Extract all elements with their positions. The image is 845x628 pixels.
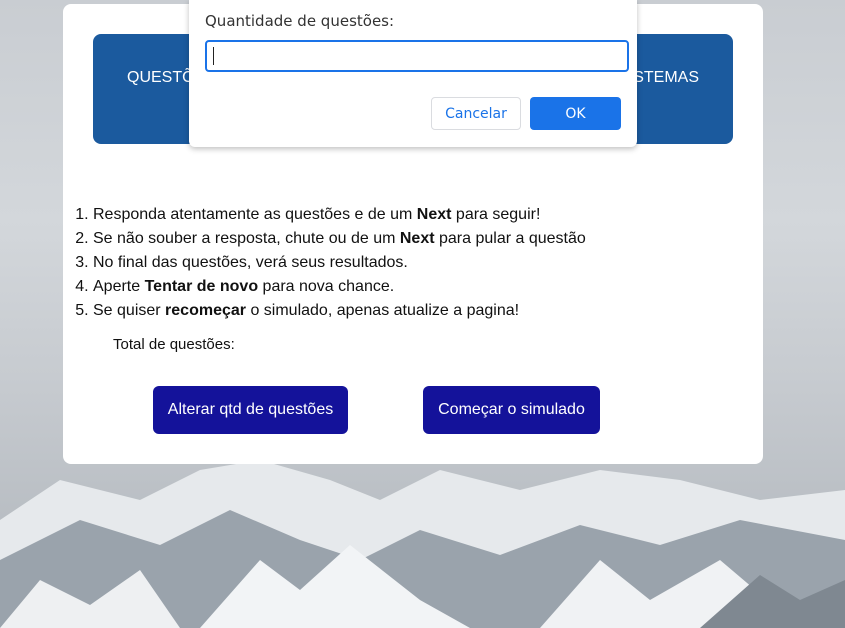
total-questions-label: Total de questões: <box>113 336 235 353</box>
banner-title-left: QUESTÕ <box>127 69 195 86</box>
instruction-item: Responda atentamente as questões e de um… <box>93 203 586 227</box>
prompt-dialog: Quantidade de questões: Cancelar OK <box>189 0 637 147</box>
dialog-prompt-label: Quantidade de questões: <box>205 12 395 30</box>
text-caret <box>213 47 214 65</box>
instruction-item: No final das questões, verá seus resulta… <box>93 251 586 275</box>
banner-title-right: STEMAS <box>633 69 699 86</box>
ok-button[interactable]: OK <box>530 97 621 130</box>
change-question-count-button[interactable]: Alterar qtd de questões <box>153 386 348 434</box>
instructions-list: Responda atentamente as questões e de um… <box>75 203 586 323</box>
start-quiz-button[interactable]: Começar o simulado <box>423 386 600 434</box>
instruction-item: Se quiser recomeçar o simulado, apenas a… <box>93 299 586 323</box>
cancel-button[interactable]: Cancelar <box>431 97 521 130</box>
question-count-input[interactable] <box>205 40 629 72</box>
instruction-item: Aperte Tentar de novo para nova chance. <box>93 275 586 299</box>
instruction-item: Se não souber a resposta, chute ou de um… <box>93 227 586 251</box>
